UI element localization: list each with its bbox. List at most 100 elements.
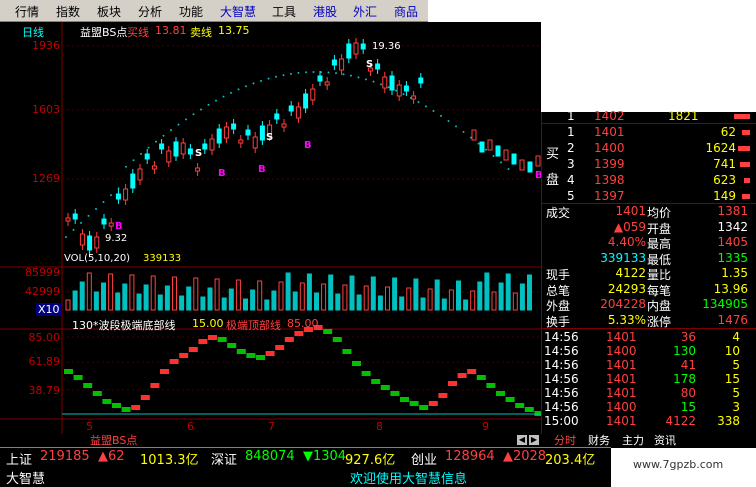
support-dot bbox=[267, 77, 270, 80]
candlestick-series bbox=[65, 38, 541, 255]
menu-item-tools[interactable]: 工具 bbox=[272, 3, 296, 20]
scroll-left-icon[interactable]: ◀ bbox=[517, 435, 527, 445]
tab-news[interactable]: 资讯 bbox=[654, 432, 676, 448]
support-dot bbox=[297, 71, 300, 74]
volume-bar bbox=[512, 292, 518, 311]
support-dot bbox=[440, 114, 442, 117]
support-dot bbox=[147, 146, 150, 149]
buy-mark: B bbox=[258, 164, 266, 175]
support-dot bbox=[350, 74, 352, 77]
oscillator-brick bbox=[457, 373, 467, 378]
volume-bar bbox=[377, 295, 383, 311]
volume-bar bbox=[491, 291, 497, 311]
support-dot bbox=[492, 155, 495, 158]
menu-item-commodity[interactable]: 商品 bbox=[394, 3, 418, 20]
menu-item-sector[interactable]: 板块 bbox=[97, 3, 121, 20]
tab-main-force[interactable]: 主力 bbox=[622, 432, 644, 448]
candle-body bbox=[495, 145, 501, 157]
tab-bs-point[interactable]: 益盟BS点 bbox=[90, 432, 137, 448]
volume-value: 339133 bbox=[143, 253, 182, 264]
chart-svg bbox=[0, 22, 541, 434]
volume-bar bbox=[65, 299, 71, 311]
volume-bar bbox=[519, 283, 525, 311]
oscillator-brick bbox=[352, 361, 361, 366]
support-dot bbox=[327, 71, 330, 74]
oscillator-brick bbox=[275, 345, 285, 350]
stat-key: 量比 bbox=[647, 268, 672, 282]
index-name[interactable]: 上证 bbox=[6, 449, 32, 468]
menu-item-quotes[interactable]: 行情 bbox=[15, 3, 39, 20]
stat-key: 每笔 bbox=[647, 283, 672, 298]
index-value: 128964 bbox=[445, 449, 495, 464]
menu-item-analysis[interactable]: 分析 bbox=[138, 3, 162, 20]
candle-body bbox=[274, 113, 280, 120]
oscillator-brick bbox=[121, 407, 131, 412]
quote-tab-row: 分时 财务 主力 资讯 bbox=[554, 432, 756, 448]
index-name[interactable]: 创业 bbox=[411, 449, 437, 468]
volume-bar bbox=[413, 278, 419, 311]
tab-timeshare[interactable]: 分时 bbox=[554, 432, 576, 448]
index-name[interactable]: 深证 bbox=[211, 449, 237, 468]
index-strip: 上证 219185 ▲62 1013.3亿 深证 848074 ▼1304 927.6亿 创业 1… bbox=[0, 449, 611, 468]
low-annotation: 9.32 bbox=[105, 233, 128, 244]
support-dot bbox=[312, 71, 315, 74]
support-dot bbox=[170, 129, 172, 132]
support-dot bbox=[110, 194, 112, 197]
news-ticker[interactable]: 欢迎使用大智慧信息 bbox=[350, 468, 467, 487]
volume-bar bbox=[243, 298, 248, 311]
oscillator-brick bbox=[73, 375, 83, 380]
tab-finance[interactable]: 财务 bbox=[588, 432, 610, 448]
support-dot bbox=[125, 165, 127, 168]
volume-bar bbox=[392, 277, 398, 311]
candle-body bbox=[144, 153, 150, 160]
oscillator-brick bbox=[208, 335, 217, 340]
osc-value-high: 85.00 bbox=[287, 317, 319, 330]
support-dot bbox=[87, 214, 90, 217]
menu-item-functions[interactable]: 功能 bbox=[179, 3, 203, 20]
support-dot bbox=[80, 221, 82, 224]
menu-item-dzh[interactable]: 大智慧 bbox=[220, 3, 256, 20]
support-dot bbox=[477, 142, 480, 145]
index-change: ▲2028 bbox=[503, 449, 547, 464]
menu-item-fx[interactable]: 外汇 bbox=[353, 3, 377, 20]
volume-bar bbox=[356, 294, 362, 311]
volume-bar bbox=[505, 273, 511, 311]
index-value: 848074 bbox=[245, 449, 295, 464]
buy-mark: B bbox=[304, 140, 312, 151]
volume-bar bbox=[306, 273, 312, 311]
volume-bar bbox=[335, 293, 341, 311]
oscillator-brick bbox=[140, 395, 150, 400]
stat-value: 1342 bbox=[717, 219, 748, 234]
stat-value: 5.33% bbox=[607, 312, 646, 327]
volume-bar bbox=[86, 272, 92, 311]
volume-bar bbox=[250, 289, 256, 311]
candle-body bbox=[180, 142, 186, 155]
tick-time: 14:56 bbox=[544, 330, 579, 344]
volume-bar bbox=[456, 280, 461, 311]
buy-volume: 741 bbox=[713, 157, 736, 171]
tick-count: 5 bbox=[732, 358, 740, 372]
volume-bar bbox=[172, 276, 177, 311]
stat-value: ▲059 bbox=[613, 219, 646, 234]
candle-body bbox=[87, 235, 93, 251]
oscillator-brick bbox=[476, 375, 486, 380]
support-dot bbox=[215, 99, 217, 102]
candle-body bbox=[238, 139, 244, 144]
support-dot bbox=[192, 113, 195, 116]
chart-area[interactable]: 日线 益盟BS点 买线 13.81 卖线 13.75 1936 1603 126… bbox=[0, 22, 543, 434]
sell-line-value: 13.75 bbox=[218, 24, 250, 37]
support-dots bbox=[65, 71, 510, 238]
oscillator-brick bbox=[236, 349, 246, 354]
support-dot bbox=[200, 108, 202, 111]
candle-body bbox=[487, 139, 493, 151]
volume-bar bbox=[427, 288, 433, 311]
menu-item-index[interactable]: 指数 bbox=[56, 3, 80, 20]
menu-item-hk[interactable]: 港股 bbox=[313, 3, 337, 20]
candle-body bbox=[130, 173, 136, 189]
scroll-right-icon[interactable]: ▶ bbox=[529, 435, 539, 445]
volume-bar bbox=[314, 292, 319, 311]
candle-body bbox=[123, 188, 129, 201]
support-dot bbox=[260, 79, 262, 82]
indicator-name[interactable]: 益盟BS点 bbox=[80, 24, 127, 40]
volume-bar bbox=[235, 279, 241, 311]
